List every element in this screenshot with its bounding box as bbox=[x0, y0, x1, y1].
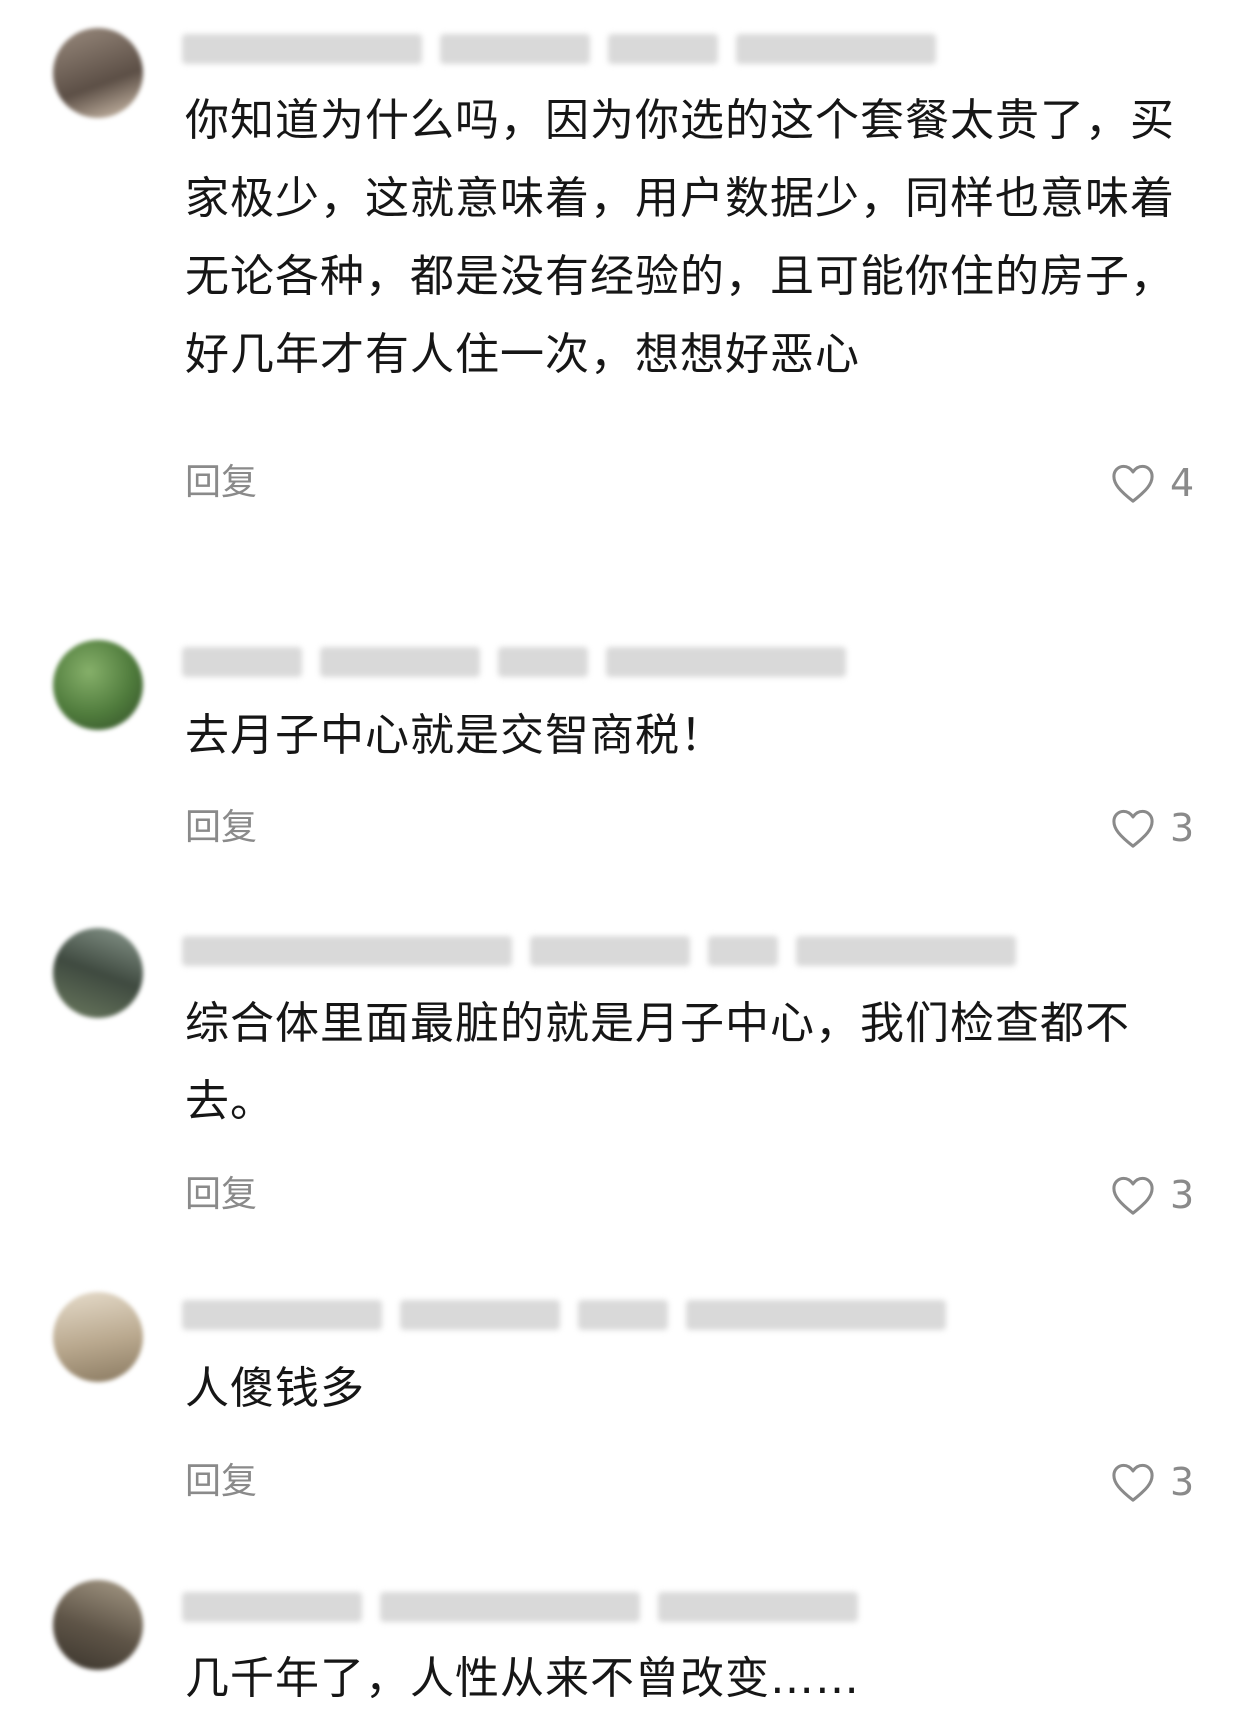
avatar[interactable] bbox=[53, 1580, 143, 1670]
avatar[interactable] bbox=[53, 928, 143, 1018]
like-count: 3 bbox=[1170, 1460, 1195, 1504]
avatar[interactable] bbox=[53, 640, 143, 730]
comment-text: 去月子中心就是交智商税！ bbox=[185, 710, 725, 761]
like-count: 3 bbox=[1170, 1173, 1195, 1217]
like-count: 3 bbox=[1170, 806, 1195, 850]
username-blurred bbox=[182, 32, 1082, 66]
avatar[interactable] bbox=[53, 1292, 143, 1382]
heart-outline-icon bbox=[1112, 1463, 1154, 1502]
comment-text: 几千年了，人性从来不曾改变…… bbox=[185, 1653, 860, 1704]
comment-text: 综合体里面最脏的就是月子中心，我们检查都不去。 bbox=[185, 998, 1130, 1127]
like-button[interactable]: 3 bbox=[1110, 1460, 1194, 1504]
like-count: 4 bbox=[1170, 461, 1195, 505]
comment-list: 你知道为什么吗，因为你选的这个套餐太贵了，买家极少，这就意味着，用户数据少，同样… bbox=[0, 0, 1236, 1733]
username-blurred bbox=[182, 1298, 1082, 1332]
like-button[interactable]: 3 bbox=[1110, 1173, 1194, 1217]
avatar[interactable] bbox=[53, 28, 143, 118]
reply-button[interactable]: 回复 bbox=[185, 806, 257, 850]
heart-outline-icon bbox=[1112, 809, 1154, 848]
like-button[interactable]: 3 bbox=[1110, 806, 1194, 850]
comment-text: 人傻钱多 bbox=[185, 1363, 365, 1414]
comment-text: 你知道为什么吗，因为你选的这个套餐太贵了，买家极少，这就意味着，用户数据少，同样… bbox=[185, 95, 1175, 380]
username-blurred bbox=[182, 934, 1082, 968]
username-blurred bbox=[182, 645, 1082, 679]
username-blurred bbox=[182, 1590, 1082, 1624]
reply-button[interactable]: 回复 bbox=[185, 1173, 257, 1217]
heart-outline-icon bbox=[1112, 1176, 1154, 1215]
like-button[interactable]: 4 bbox=[1110, 461, 1194, 505]
reply-button[interactable]: 回复 bbox=[185, 1460, 257, 1504]
heart-outline-icon bbox=[1112, 464, 1154, 503]
reply-button[interactable]: 回复 bbox=[185, 461, 257, 505]
